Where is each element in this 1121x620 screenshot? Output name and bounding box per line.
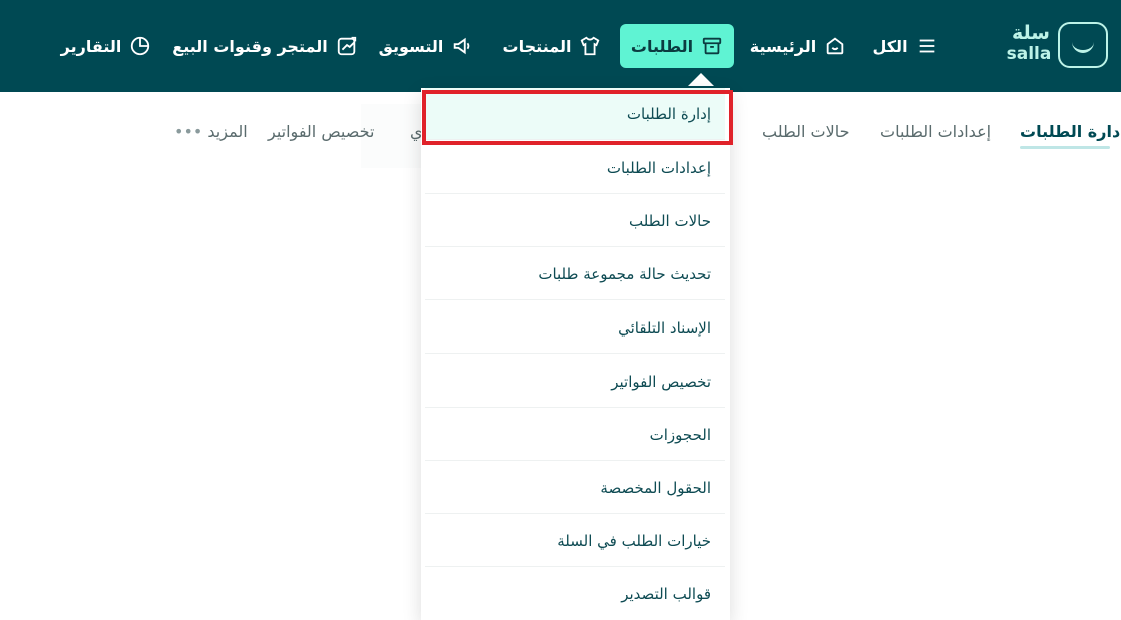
menu-item-orders-settings[interactable]: إعدادات الطلبات bbox=[425, 142, 725, 194]
nav-all-label: الكل bbox=[872, 36, 908, 56]
archive-box-icon bbox=[702, 37, 722, 55]
top-navigation-bar: سلة salla الكل الرئيسية الطلبات المنتجات… bbox=[0, 0, 1121, 92]
menu-item-orders-management[interactable]: إدارة الطلبات bbox=[425, 88, 725, 140]
nav-products-label: المنتجات bbox=[502, 36, 572, 56]
menu-item-order-statuses[interactable]: حالات الطلب bbox=[425, 195, 725, 247]
nav-orders[interactable]: الطلبات bbox=[620, 24, 734, 68]
brand-name-english: salla bbox=[1006, 44, 1052, 64]
menu-item-export-templates[interactable]: قوالب التصدير bbox=[425, 568, 725, 620]
store-channels-icon bbox=[337, 36, 356, 56]
salla-bag-icon bbox=[1058, 22, 1108, 68]
nav-marketing-label: التسويق bbox=[378, 36, 444, 56]
subnav-order-statuses[interactable]: حالات الطلب bbox=[762, 118, 850, 148]
subnav-more[interactable]: المزيد ••• bbox=[166, 118, 248, 148]
subnav-invoice-customization[interactable]: تخصيص الفواتير bbox=[268, 118, 374, 148]
nav-store-channels-label: المتجر وقنوات البيع bbox=[172, 36, 328, 56]
menu-item-reservations[interactable]: الحجوزات bbox=[425, 409, 725, 461]
menu-item-invoice-customization[interactable]: تخصيص الفواتير bbox=[425, 356, 725, 408]
more-dots-icon: ••• bbox=[174, 122, 203, 141]
tshirt-icon bbox=[581, 36, 600, 56]
nav-home-label: الرئيسية bbox=[749, 36, 817, 56]
nav-home[interactable]: الرئيسية bbox=[748, 24, 848, 68]
menu-item-bulk-status-update[interactable]: تحديث حالة مجموعة طلبات bbox=[425, 248, 725, 300]
menu-item-cart-order-options[interactable]: خيارات الطلب في السلة bbox=[425, 515, 725, 567]
subnav-orders-management[interactable]: إدارة الطلبات bbox=[1020, 118, 1121, 148]
menu-icon bbox=[919, 39, 934, 53]
menu-item-custom-fields[interactable]: الحقول المخصصة bbox=[425, 462, 725, 514]
subnav-active-underline bbox=[1020, 146, 1110, 149]
nav-products[interactable]: المنتجات bbox=[498, 24, 606, 68]
nav-orders-label: الطلبات bbox=[630, 36, 694, 56]
brand-name-arabic: سلة bbox=[1012, 22, 1050, 44]
nav-reports[interactable]: التقارير bbox=[60, 24, 152, 68]
pie-chart-icon bbox=[131, 36, 150, 56]
nav-marketing[interactable]: التسويق bbox=[374, 24, 478, 68]
orders-dropdown-menu: إدارة الطلبات إعدادات الطلبات حالات الطل… bbox=[421, 88, 730, 620]
dropdown-caret bbox=[688, 73, 714, 86]
salla-logo[interactable]: سلة salla bbox=[1004, 22, 1112, 70]
subnav-orders-settings[interactable]: إعدادات الطلبات bbox=[880, 118, 991, 148]
subnav-more-label: المزيد bbox=[207, 122, 248, 141]
menu-item-auto-assignment[interactable]: الإسناد التلقائي bbox=[425, 302, 725, 354]
nav-reports-label: التقارير bbox=[60, 36, 122, 56]
nav-store-channels[interactable]: المتجر وقنوات البيع bbox=[172, 24, 356, 68]
home-icon bbox=[827, 37, 844, 55]
nav-all[interactable]: الكل bbox=[870, 24, 940, 68]
megaphone-icon bbox=[454, 37, 470, 55]
